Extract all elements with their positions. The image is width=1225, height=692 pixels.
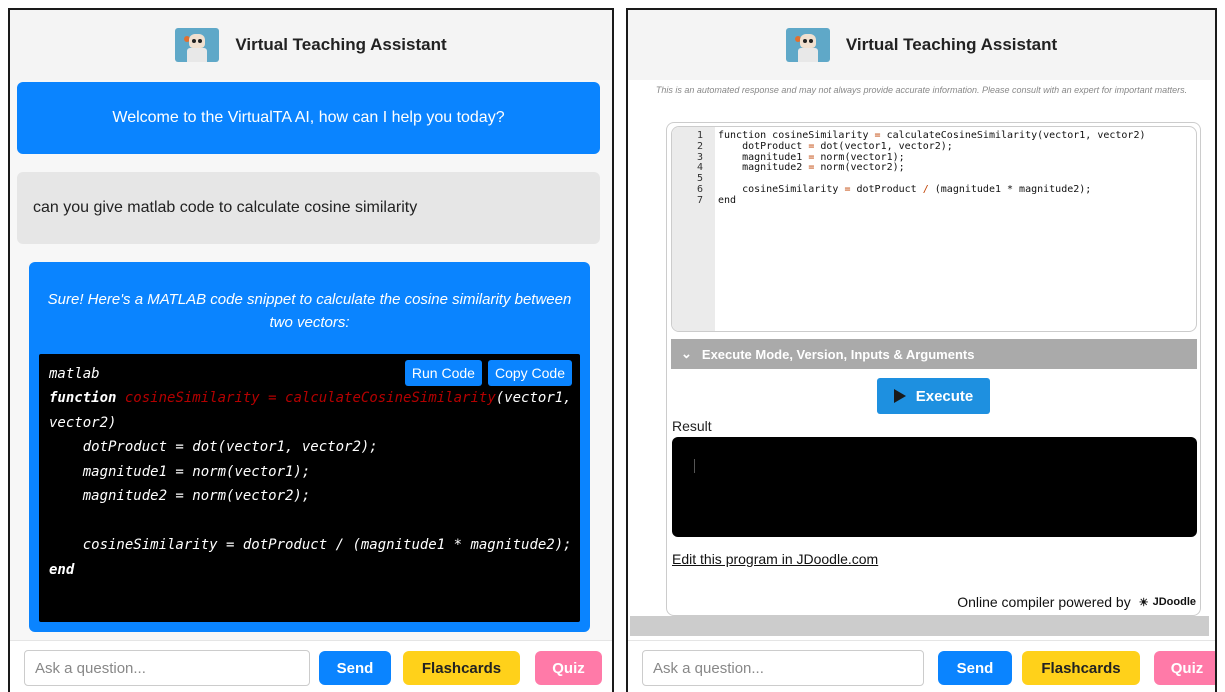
code-keyword-function: function — [49, 390, 117, 406]
jdoodle-embed: 1 2 3 4 5 6 7 function cosineSimilarity … — [666, 122, 1201, 616]
execute-button[interactable]: Execute — [877, 378, 990, 414]
disclaimer: This is an automated response and may no… — [655, 85, 1188, 95]
assistant-message: Sure! Here's a MATLAB code snippet to ca… — [29, 262, 590, 632]
chevron-down-icon: ⌄ — [681, 346, 692, 361]
code-output-var: cosineSimilarity — [124, 390, 260, 406]
line-numbers: 1 2 3 4 5 6 7 — [672, 127, 715, 331]
execute-options-label: Execute Mode, Version, Inputs & Argument… — [701, 346, 975, 362]
jdoodle-logo[interactable]: ☀ JDoodle — [1139, 596, 1196, 609]
play-icon — [893, 389, 906, 403]
user-message: can you give matlab code to calculate co… — [17, 172, 600, 244]
robot-logo-icon — [785, 28, 830, 62]
question-input[interactable]: Ask a question... — [642, 650, 924, 686]
code-assign: = — [259, 390, 286, 406]
send-button[interactable]: Send — [938, 651, 1012, 685]
flashcards-button[interactable]: Flashcards — [403, 651, 520, 685]
input-bar: Ask a question... Send Flashcards Quiz — [628, 640, 1215, 692]
message-list[interactable]: This is an automated response and may no… — [628, 80, 1215, 640]
app-header: Virtual Teaching Assistant — [628, 10, 1215, 80]
result-label: Result — [672, 418, 712, 434]
message-list[interactable]: Welcome to the VirtualTA AI, how can I h… — [10, 80, 612, 640]
code-body: dotProduct = dot(vector1, vector2); magn… — [82, 439, 572, 553]
code-text: function cosineSimilarity = calculateCos… — [49, 386, 572, 582]
text-cursor — [694, 459, 695, 473]
code-editor[interactable]: 1 2 3 4 5 6 7 function cosineSimilarity … — [671, 126, 1197, 332]
powered-by: Online compiler powered by ☀ JDoodle — [957, 594, 1196, 610]
app-title: Virtual Teaching Assistant — [235, 35, 447, 54]
result-output[interactable] — [672, 437, 1197, 537]
welcome-message: Welcome to the VirtualTA AI, how can I h… — [17, 82, 600, 154]
robot-logo-icon — [175, 28, 220, 62]
quiz-button[interactable]: Quiz — [535, 651, 602, 685]
code-keyword-end: end — [49, 561, 75, 578]
assistant-message-lead: Sure! Here's a MATLAB code snippet to ca… — [47, 291, 572, 331]
code-function-name: calculateCosineSimilarity — [285, 390, 496, 406]
question-input[interactable]: Ask a question... — [24, 650, 310, 686]
quiz-button[interactable]: Quiz — [1154, 651, 1215, 685]
editor-code[interactable]: function cosineSimilarity = calculateCos… — [718, 130, 1196, 207]
copy-code-button[interactable]: Copy Code — [487, 360, 572, 386]
app-title: Virtual Teaching Assistant — [845, 35, 1058, 54]
app-header: Virtual Teaching Assistant — [10, 10, 612, 80]
code-block: matlab Run Code Copy Code function cosin… — [39, 354, 580, 622]
flashcards-button[interactable]: Flashcards — [1022, 651, 1140, 685]
chat-panel-right: Virtual Teaching Assistant This is an au… — [626, 8, 1217, 692]
run-code-button[interactable]: Run Code — [404, 360, 482, 386]
jdoodle-bulb-icon: ☀ — [1138, 596, 1149, 609]
code-language: matlab — [49, 366, 100, 382]
send-button[interactable]: Send — [319, 651, 391, 685]
input-bar: Ask a question... Send Flashcards Quiz — [10, 640, 612, 692]
horizontal-scrollbar[interactable] — [630, 616, 1209, 636]
chat-panel-left: Virtual Teaching Assistant Welcome to th… — [8, 8, 614, 692]
edit-in-jdoodle-link[interactable]: Edit this program in JDoodle.com — [672, 551, 878, 567]
execute-options-toggle[interactable]: ⌄ Execute Mode, Version, Inputs & Argume… — [671, 339, 1197, 369]
